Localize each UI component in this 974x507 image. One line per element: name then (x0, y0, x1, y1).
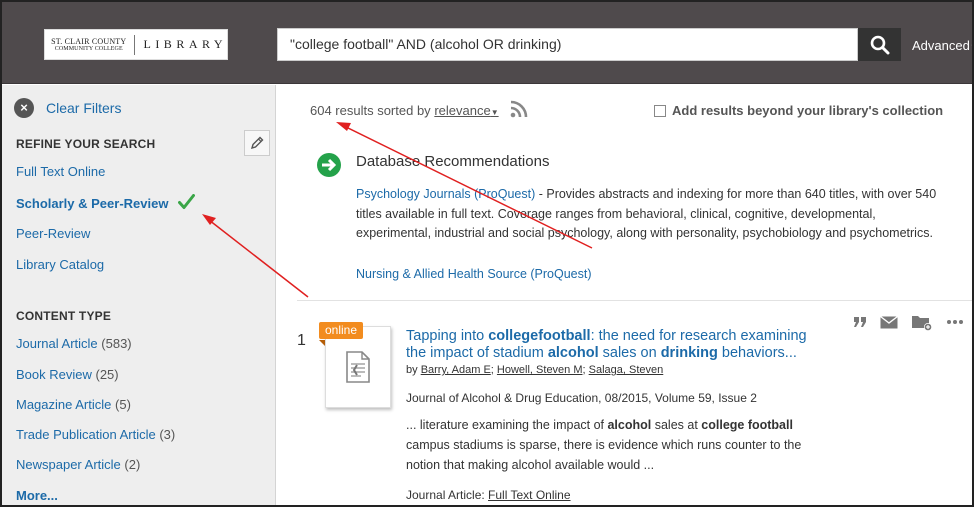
facet-newspaper-article[interactable]: Newspaper Article (2) (16, 457, 140, 472)
facet-scholarly-label: Scholarly & Peer-Review (16, 196, 169, 211)
email-button[interactable] (880, 315, 898, 329)
sidebar: × Clear Filters REFINE YOUR SEARCH Full … (2, 85, 276, 505)
badge-fold (319, 340, 325, 346)
logo-line1: ST. CLAIR COUNTY (51, 36, 127, 46)
ellipsis-icon (947, 320, 963, 324)
results-summary: 604 results sorted by relevance▼ (310, 103, 499, 118)
rss-icon (510, 100, 528, 118)
checkbox[interactable] (654, 104, 666, 117)
recommendation-psychology-journals: Psychology Journals (ProQuest) - Provide… (356, 185, 946, 244)
save-to-folder-button[interactable] (911, 313, 933, 331)
title-text: behaviors... (717, 345, 797, 361)
snippet-highlight: college football (701, 418, 793, 432)
document-icon (346, 351, 370, 383)
facet-count: (2) (124, 457, 141, 472)
clear-filters-label: Clear Filters (46, 100, 122, 116)
results-main: 604 results sorted by relevance▼ Add res… (277, 85, 972, 505)
result-source: Journal of Alcohol & Drug Education, 08/… (406, 391, 757, 405)
facet-count: (583) (101, 336, 132, 351)
facet-label: Trade Publication Article (16, 427, 156, 442)
pencil-icon (250, 136, 264, 150)
snippet-text: sales at (651, 418, 702, 432)
facet-label: Journal Article (16, 336, 98, 351)
sort-label: relevance (434, 103, 491, 118)
search-input[interactable]: "college football" AND (alcohol OR drink… (277, 28, 858, 61)
facet-journal-article[interactable]: Journal Article (583) (16, 336, 132, 351)
title-highlight: collegefootball (488, 328, 591, 344)
arrow-right-circle-icon (317, 153, 341, 177)
results-count-text: 604 results sorted by (310, 103, 431, 118)
by-label: by (406, 364, 421, 376)
full-text-online-link[interactable]: Full Text Online (488, 488, 570, 502)
envelope-icon (880, 315, 898, 328)
more-actions-button[interactable] (946, 319, 964, 325)
result-number: 1 (297, 332, 306, 349)
facet-label: Book Review (16, 367, 92, 382)
facet-full-text-online[interactable]: Full Text Online (16, 164, 105, 179)
quote-icon (854, 317, 866, 327)
author-link[interactable]: Howell, Steven M (497, 364, 583, 376)
snippet-highlight: alcohol (607, 418, 652, 432)
database-recommendations-title: Database Recommendations (356, 153, 550, 170)
content-type-title: CONTENT TYPE (16, 309, 112, 323)
result-format: Journal Article: Full Text Online (406, 488, 571, 502)
snippet-text: campus stadiums is sparse, there is evid… (406, 438, 802, 472)
cite-button[interactable] (853, 316, 867, 328)
facet-magazine-article[interactable]: Magazine Article (5) (16, 397, 131, 412)
title-highlight: alcohol (547, 345, 599, 361)
app-frame: ST. CLAIR COUNTY COMMUNITY COLLEGE LIBRA… (0, 0, 974, 507)
facet-book-review[interactable]: Book Review (25) (16, 367, 119, 382)
advanced-label: Advanced (912, 38, 970, 53)
add-results-beyond-label: Add results beyond your library's collec… (672, 103, 944, 118)
advanced-search-dropdown[interactable]: Advanced▼ (912, 38, 972, 53)
facet-label: Newspaper Article (16, 457, 121, 472)
title-text: Tapping into (406, 328, 489, 344)
facet-count: (3) (159, 427, 176, 442)
result-authors: by Barry, Adam E; Howell, Steven M; Sala… (406, 364, 663, 376)
snippet-text: ... literature examining the impact of (406, 418, 608, 432)
facet-trade-publication-article[interactable]: Trade Publication Article (3) (16, 427, 175, 442)
header: ST. CLAIR COUNTY COMMUNITY COLLEGE LIBRA… (2, 2, 972, 84)
facet-scholarly-peer-review[interactable]: Scholarly & Peer-Review (16, 194, 196, 211)
format-label: Journal Article: (406, 488, 489, 502)
folder-add-icon (912, 316, 932, 331)
logo-divider (134, 34, 136, 55)
online-badge: online (319, 322, 364, 339)
rss-feed-button[interactable] (510, 100, 528, 123)
caret-down-icon: ▼ (490, 108, 499, 117)
psychology-journals-link[interactable]: Psychology Journals (ProQuest) (356, 187, 535, 201)
title-text: sales on (598, 345, 661, 361)
search-icon (870, 35, 889, 54)
title-highlight: drinking (660, 345, 718, 361)
result-actions (853, 313, 964, 331)
logo-college-name: ST. CLAIR COUNTY COMMUNITY COLLEGE (45, 36, 130, 52)
caret-down-icon: ▼ (970, 42, 972, 52)
library-logo[interactable]: ST. CLAIR COUNTY COMMUNITY COLLEGE LIBRA… (44, 29, 228, 60)
facet-library-catalog[interactable]: Library Catalog (16, 257, 104, 272)
author-link[interactable]: Barry, Adam E (421, 364, 491, 376)
facet-count: (25) (95, 367, 119, 382)
result-snippet: ... literature examining the impact of a… (406, 415, 836, 475)
checkmark-icon (178, 194, 196, 209)
logo-library-text: LIBRARY (143, 37, 227, 51)
clear-filters-button[interactable]: × Clear Filters (14, 98, 121, 118)
edit-filters-button[interactable] (244, 130, 270, 156)
sort-dropdown[interactable]: relevance▼ (434, 103, 498, 118)
divider (297, 300, 972, 301)
facet-count: (5) (115, 397, 131, 412)
search-button[interactable] (858, 28, 901, 61)
refine-search-title: REFINE YOUR SEARCH (16, 137, 156, 151)
logo-line2: COMMUNITY COLLEGE (54, 45, 123, 52)
author-link[interactable]: Salaga, Steven (589, 364, 664, 376)
facet-peer-review[interactable]: Peer-Review (16, 226, 90, 241)
facet-label: Magazine Article (16, 397, 112, 412)
more-content-types-link[interactable]: More... (16, 488, 58, 503)
add-results-beyond-toggle[interactable]: Add results beyond your library's collec… (654, 103, 943, 118)
close-icon: × (14, 98, 34, 118)
result-title-link[interactable]: Tapping into collegefootball: the need f… (406, 328, 826, 362)
nursing-allied-health-link[interactable]: Nursing & Allied Health Source (ProQuest… (356, 267, 592, 281)
